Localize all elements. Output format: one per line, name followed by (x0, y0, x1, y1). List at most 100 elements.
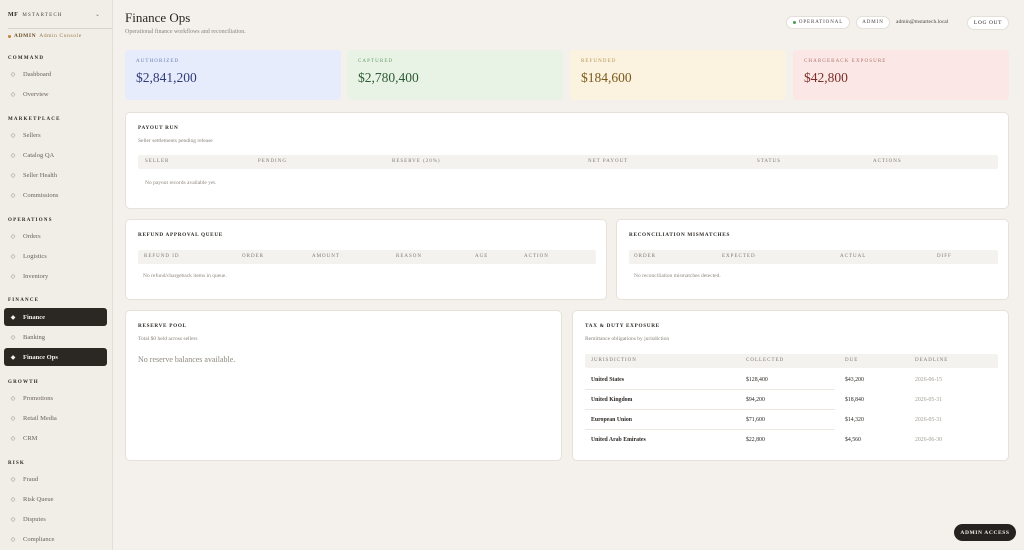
sidebar-item-label: Dashboard (23, 70, 52, 78)
sidebar-item-crm[interactable]: ◇ CRM (4, 429, 107, 447)
tax-exposure-card: TAX & DUTY EXPOSURE Remittance obligatio… (572, 310, 1009, 461)
sidebar-item-logistics[interactable]: ◇ Logistics (4, 247, 107, 265)
sidebar-item-inventory[interactable]: ◇ Inventory (4, 267, 107, 285)
kpi-authorized: AUTHORIZED $2,841,200 (125, 50, 341, 100)
sidebar-item-seller-health[interactable]: ◇ Seller Health (4, 166, 107, 184)
admin-access-button[interactable]: ADMIN ACCESS (954, 524, 1016, 541)
collected-cell: $71,600 (746, 417, 765, 423)
status-label: OPERATIONAL (798, 20, 844, 25)
diamond-icon: ◇ (10, 273, 16, 280)
column-header: ORDER (634, 254, 656, 259)
column-header: DEADLINE (915, 358, 949, 363)
sidebar-item-risk-queue[interactable]: ◇ Risk Queue (4, 490, 107, 508)
sidebar-item-sellers[interactable]: ◇ Sellers (4, 126, 107, 144)
collected-cell: $22,800 (746, 437, 765, 443)
deadline-cell: 2026-06-30 (915, 437, 943, 443)
role-badge: ADMIN (856, 16, 890, 29)
column-header: RESERVE (20%) (392, 159, 441, 164)
table-row: European Union $71,600 $14,320 2026-05-3… (585, 411, 997, 430)
table-row: United States $128,400 $43,200 2026-06-1… (585, 371, 997, 390)
sidebar-item-catalog-qa[interactable]: ◇ Catalog QA (4, 146, 107, 164)
reconciliation-card: RECONCILIATION MISMATCHES ORDER EXPECTED… (616, 219, 1009, 300)
sidebar-item-orders[interactable]: ◇ Orders (4, 227, 107, 245)
user-email: admin@mstartech.local (896, 19, 949, 25)
sidebar-item-promotions[interactable]: ◇ Promotions (4, 389, 107, 407)
sidebar-item-label: Commissions (23, 191, 59, 199)
section-operations: OPERATIONS (8, 218, 53, 223)
sidebar-item-label: Disputes (23, 515, 46, 523)
column-header: DUE (845, 358, 859, 363)
column-header: REASON (396, 254, 423, 259)
empty-state: No reserve balances available. (138, 355, 236, 364)
sidebar-item-finance[interactable]: ◆ Finance (4, 308, 107, 326)
diamond-icon: ◇ (10, 435, 16, 442)
logout-button[interactable]: LOG OUT (967, 16, 1009, 30)
diamond-icon: ◇ (10, 476, 16, 483)
column-header: AMOUNT (312, 254, 340, 259)
diamond-icon: ◆ (10, 354, 16, 361)
chevron-down-icon[interactable]: ⌄ (95, 11, 100, 18)
kpi-chargeback-exposure: CHARGEBACK EXPOSURE $42,800 (793, 50, 1009, 100)
table-header: ORDER EXPECTED ACTUAL DIFF (629, 250, 998, 264)
sidebar-item-disputes[interactable]: ◇ Disputes (4, 510, 107, 528)
sidebar-item-label: Risk Queue (23, 495, 54, 503)
empty-state: No refund/chargeback items in queue. (143, 273, 227, 279)
diamond-icon: ◇ (10, 516, 16, 523)
diamond-icon: ◇ (10, 192, 16, 199)
card-title: TAX & DUTY EXPOSURE (585, 323, 660, 329)
due-cell: $43,200 (845, 377, 864, 383)
column-header: ACTUAL (840, 254, 867, 259)
sidebar-item-banking[interactable]: ◇ Banking (4, 328, 107, 346)
diamond-icon: ◇ (10, 334, 16, 341)
kpi-captured: CAPTURED $2,780,400 (347, 50, 563, 100)
sidebar-item-label: Compliance (23, 535, 55, 543)
table-row: United Arab Emirates $22,800 $4,560 2026… (585, 431, 997, 450)
diamond-icon: ◇ (10, 91, 16, 98)
empty-state: No payout records available yet. (145, 180, 217, 186)
brand[interactable]: MF MSTARTECH ⌄ (8, 9, 108, 21)
page-subtitle: Operational finance workflows and reconc… (125, 29, 246, 35)
row-divider (585, 389, 835, 390)
column-header: ACTION (524, 254, 549, 259)
sidebar-item-retail-media[interactable]: ◇ Retail Media (4, 409, 107, 427)
diamond-icon: ◇ (10, 395, 16, 402)
kpi-value: $2,841,200 (136, 70, 197, 85)
status-dot-icon (792, 21, 796, 24)
diamond-icon: ◇ (10, 415, 16, 422)
sidebar-item-fraud[interactable]: ◇ Fraud (4, 470, 107, 488)
sidebar-item-compliance[interactable]: ◇ Compliance (4, 530, 107, 548)
page-title: Finance Ops (125, 10, 191, 25)
section-growth: GROWTH (8, 380, 39, 385)
card-subtitle: Total $0 held across sellers (138, 336, 198, 342)
sidebar-item-label: Retail Media (23, 414, 57, 422)
refund-queue-card: REFUND APPROVAL QUEUE REFUND ID ORDER AM… (125, 219, 607, 300)
sidebar-item-overview[interactable]: ◇ Overview (4, 85, 107, 103)
column-header: REFUND ID (144, 254, 180, 259)
section-command: COMMAND (8, 56, 45, 61)
empty-state: No reconciliation mismatches detected. (634, 273, 721, 279)
table-row: United Kingdom $94,200 $18,840 2026-05-3… (585, 391, 997, 410)
column-header: AGE (475, 254, 489, 259)
sidebar-item-label: Catalog QA (23, 151, 55, 159)
sidebar-item-finance-ops[interactable]: ◆ Finance Ops (4, 348, 107, 366)
kpi-label: CAPTURED (358, 59, 394, 64)
column-header: COLLECTED (746, 358, 785, 363)
kpi-refunded: REFUNDED $184,600 (570, 50, 786, 100)
kpi-value: $2,780,400 (358, 70, 419, 85)
deadline-cell: 2026-05-31 (915, 417, 943, 423)
diamond-icon: ◇ (10, 496, 16, 503)
reserve-pool-card: RESERVE POOL Total $0 held across seller… (125, 310, 562, 461)
sidebar-item-commissions[interactable]: ◇ Commissions (4, 186, 107, 204)
sidebar-item-label: Orders (23, 232, 41, 240)
status-badge: OPERATIONAL (786, 16, 850, 29)
kpi-label: AUTHORIZED (136, 59, 180, 64)
column-header: PENDING (258, 159, 287, 164)
diamond-icon: ◇ (10, 71, 16, 78)
sidebar-item-label: Inventory (23, 272, 49, 280)
brand-logo: MF (8, 12, 19, 18)
console-name: Admin Console (39, 33, 82, 39)
sidebar-item-label: CRM (23, 434, 38, 442)
sidebar-item-dashboard[interactable]: ◇ Dashboard (4, 65, 107, 83)
jurisdiction-cell: United States (591, 377, 625, 383)
column-header: ACTIONS (873, 159, 902, 164)
